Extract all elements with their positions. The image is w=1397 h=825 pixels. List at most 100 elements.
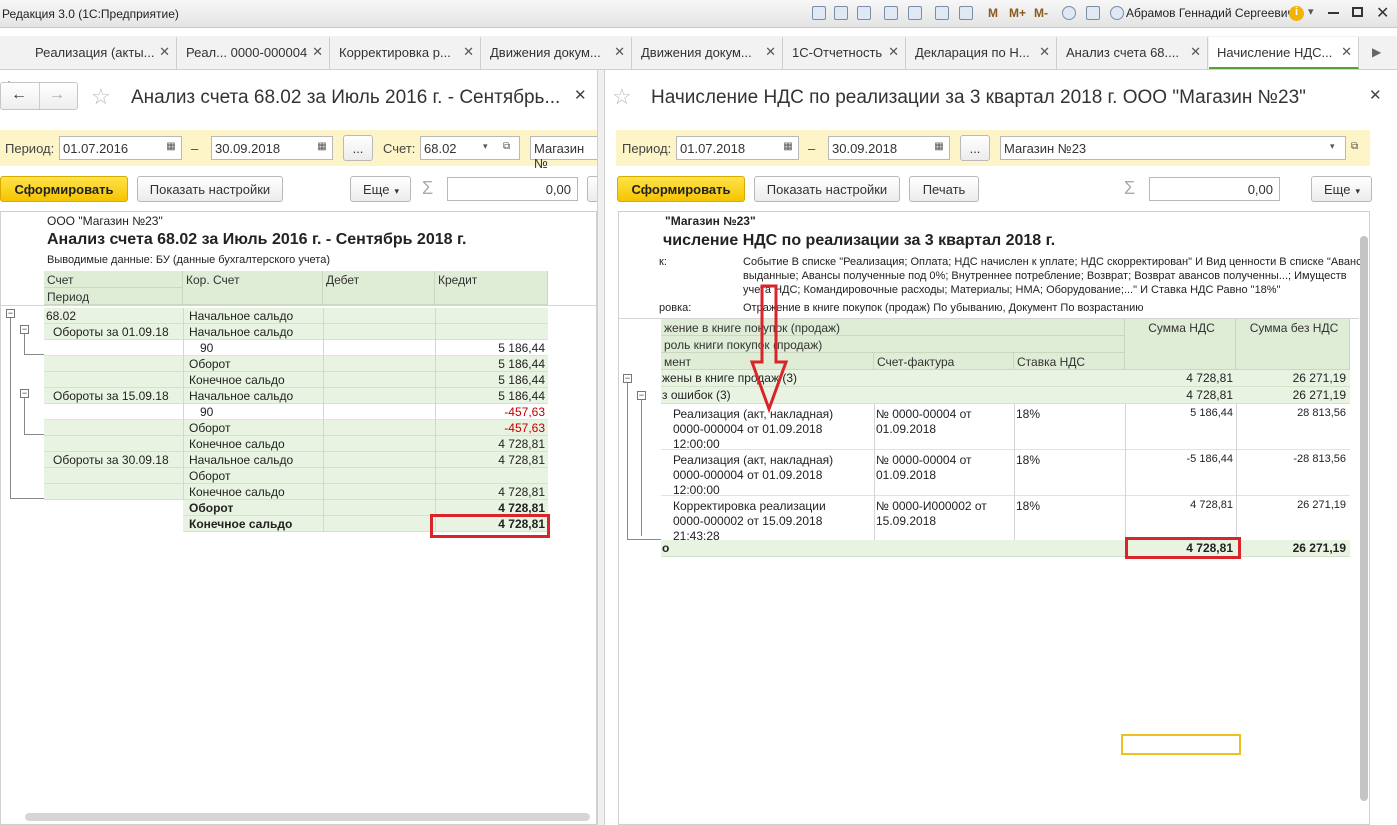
close-tab-icon[interactable]: ✕	[1190, 44, 1201, 60]
vertical-scrollbar[interactable]	[1360, 236, 1368, 801]
table-row: Оборот -457,63	[44, 420, 548, 436]
open-icon[interactable]: ⧉	[1351, 141, 1358, 152]
column-separator	[1236, 450, 1237, 496]
favorite-star-icon[interactable]: ☆	[612, 84, 632, 110]
tab-realization[interactable]: Реализация (акты... ✕	[27, 37, 177, 69]
minimize-icon[interactable]	[1328, 12, 1339, 14]
close-tab-icon[interactable]: ✕	[463, 44, 474, 60]
tab-reporting[interactable]: 1С-Отчетность ✕	[784, 37, 906, 69]
close-tab-icon[interactable]: ✕	[888, 44, 899, 60]
tab-movements-2[interactable]: Движения докум... ✕	[633, 37, 783, 69]
period-select-button[interactable]: ...	[343, 135, 373, 161]
calendar-icon[interactable]	[959, 6, 973, 20]
tab-label: Декларация по Н...	[915, 45, 1030, 60]
print-button[interactable]: Печать	[909, 176, 979, 202]
column-separator	[435, 388, 436, 404]
calendar-icon[interactable]: ▦	[161, 137, 181, 159]
tab-label: Реал... 0000-000004	[186, 45, 308, 60]
calendar-icon[interactable]: ▦	[312, 137, 332, 159]
close-form-icon[interactable]: ✕	[574, 86, 587, 104]
close-tab-icon[interactable]: ✕	[159, 44, 170, 60]
generate-button[interactable]: Сформировать	[0, 176, 128, 202]
column-separator	[323, 436, 324, 452]
tab-realization-doc[interactable]: Реал... 0000-000004 ✕	[178, 37, 330, 69]
tab-movements-1[interactable]: Движения докум... ✕	[482, 37, 632, 69]
row-amount-without-vat: 26 271,19	[1297, 499, 1346, 511]
calculator-icon[interactable]	[935, 6, 949, 20]
collapse-icon[interactable]: −	[20, 389, 29, 398]
maximize-icon[interactable]	[1352, 7, 1363, 17]
filter-line-3: учета НДС; Командировочные расходы; Мате…	[743, 284, 1281, 296]
save-icon[interactable]	[812, 6, 826, 20]
open-icon[interactable]: ⧉	[503, 141, 510, 152]
header-vat-amount: Сумма НДС	[1125, 319, 1236, 370]
dropdown-arrow-icon[interactable]: ▾	[1330, 141, 1335, 152]
table-row: Оборот 5 186,44	[44, 356, 548, 372]
row-account: 68.02	[46, 309, 77, 323]
period-select-button[interactable]: ...	[960, 135, 990, 161]
row-credit: -457,63	[504, 405, 545, 419]
collapse-icon[interactable]: −	[637, 391, 646, 400]
tree-line	[627, 539, 661, 540]
highlight-credit-total	[430, 514, 550, 538]
zoom-icon[interactable]	[1062, 6, 1076, 20]
organization-input[interactable]: Магазин №23	[1000, 136, 1346, 160]
close-tab-icon[interactable]: ✕	[765, 44, 776, 60]
collapse-icon[interactable]: −	[623, 374, 632, 383]
column-separator	[435, 404, 436, 420]
memory-button[interactable]: M	[988, 6, 998, 20]
tab-correction[interactable]: Корректировка р... ✕	[331, 37, 481, 69]
panels-icon[interactable]	[1086, 6, 1100, 20]
print-icon[interactable]	[834, 6, 848, 20]
close-tab-icon[interactable]: ✕	[312, 44, 323, 60]
chevron-down-icon[interactable]: ▾	[1308, 5, 1314, 18]
left-report-area[interactable]: ООО "Магазин №23" Анализ счета 68.02 за …	[0, 211, 597, 825]
tabs-scroll-icon[interactable]: ▶	[1372, 45, 1381, 59]
tab-vat-accrual[interactable]: Начисление НДС... ✕	[1209, 37, 1359, 69]
nav-buttons: ← →	[0, 82, 78, 110]
forward-arrow-icon[interactable]: →	[49, 86, 65, 104]
column-separator	[183, 404, 184, 420]
horizontal-scrollbar[interactable]	[25, 813, 590, 821]
collapse-icon[interactable]: −	[20, 325, 29, 334]
tab-declaration[interactable]: Декларация по Н... ✕	[907, 37, 1057, 69]
dropdown-arrow-icon[interactable]: ▾	[483, 141, 488, 152]
close-tab-icon[interactable]: ✕	[1039, 44, 1050, 60]
download-icon[interactable]	[908, 6, 922, 20]
memory-plus-button[interactable]: M+	[1009, 6, 1026, 20]
total-novat: 26 271,19	[1292, 541, 1346, 555]
row-corr-account: Оборот	[189, 501, 234, 515]
tab-account-analysis[interactable]: Анализ счета 68.... ✕	[1058, 37, 1208, 69]
user-icon	[1110, 6, 1124, 20]
close-tab-icon[interactable]: ✕	[614, 44, 625, 60]
column-separator	[1014, 450, 1015, 496]
calendar-icon[interactable]: ▦	[778, 137, 798, 159]
row-vat-amount: 5 186,44	[1190, 407, 1233, 419]
account-label: Счет:	[383, 141, 416, 156]
organization-input[interactable]: Магазин №	[530, 136, 597, 171]
show-settings-button[interactable]: Показать настройки	[137, 176, 283, 202]
group-novat: 26 271,19	[1292, 371, 1346, 385]
upload-icon[interactable]	[884, 6, 898, 20]
favorite-star-icon[interactable]: ☆	[91, 84, 111, 110]
column-separator	[323, 356, 324, 372]
preview-icon[interactable]	[857, 6, 871, 20]
column-separator	[1125, 404, 1126, 450]
collapse-icon[interactable]: −	[6, 309, 15, 318]
info-icon[interactable]: i	[1289, 6, 1304, 21]
back-arrow-icon[interactable]: ←	[11, 86, 27, 104]
panel-splitter[interactable]	[597, 70, 605, 825]
more-button[interactable]: Еще ▾	[350, 176, 411, 202]
close-tab-icon[interactable]: ✕	[1341, 44, 1352, 60]
calendar-icon[interactable]: ▦	[929, 137, 949, 159]
window-title: Редакция 3.0 (1С:Предприятие)	[2, 7, 179, 21]
show-settings-button[interactable]: Показать настройки	[754, 176, 900, 202]
more-button[interactable]: Еще ▾	[1311, 176, 1372, 202]
right-report-area[interactable]: "Магазин №23" числение НДС по реализации…	[618, 211, 1370, 825]
memory-minus-button[interactable]: M-	[1034, 6, 1048, 20]
row-vat-amount: 4 728,81	[1190, 499, 1233, 511]
generate-button[interactable]: Сформировать	[617, 176, 745, 202]
column-separator	[323, 484, 324, 500]
close-form-icon[interactable]: ✕	[1369, 86, 1382, 104]
close-window-icon[interactable]: ✕	[1376, 3, 1389, 23]
